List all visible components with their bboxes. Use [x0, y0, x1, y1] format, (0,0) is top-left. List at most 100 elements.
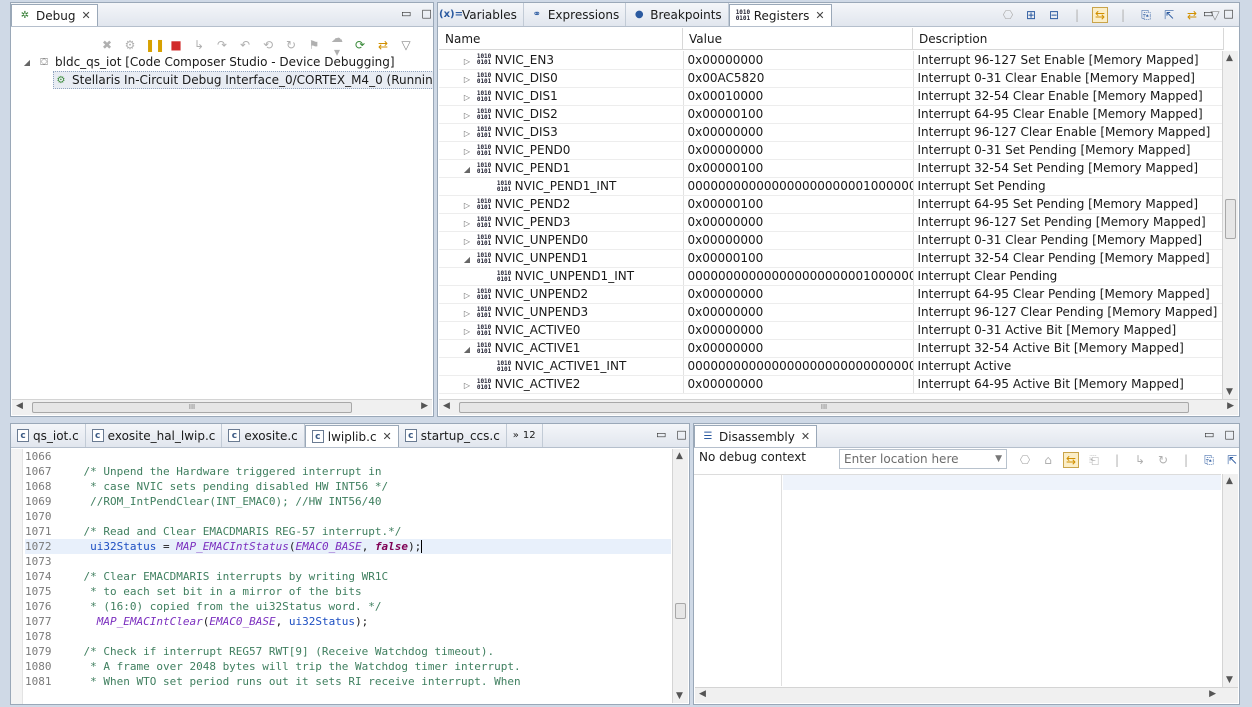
code-line[interactable]: 1080 * A frame over 2048 bytes will trip… — [25, 659, 671, 674]
tab-registers[interactable]: 1010 0101 Registers ✕ — [728, 4, 832, 26]
collapse-icon[interactable]: ◢ — [21, 58, 33, 67]
code-line[interactable]: 1071 /* Read and Clear EMACDMARIS REG-57… — [25, 524, 671, 539]
refresh-icon[interactable]: ⟳ — [352, 38, 368, 52]
editor-tab[interactable]: c startup_ccs.c — [399, 424, 507, 447]
scroll-down-icon[interactable]: ▼ — [1226, 387, 1233, 397]
register-value-cell[interactable]: 0x00000000 — [683, 123, 914, 142]
register-name-cell[interactable]: ▷ 1010 0101 NVIC_ACTIVE0 — [439, 321, 684, 340]
go-to-pc-icon[interactable]: ⎔ — [1017, 453, 1033, 467]
code-line[interactable]: 1081 * When WTO set period runs out it s… — [25, 674, 671, 689]
register-value-cell[interactable]: 0x00000100 — [683, 159, 914, 178]
register-value-cell[interactable]: 0x00010000 — [683, 87, 914, 106]
location-input[interactable]: Enter location here ▼ — [839, 449, 1007, 469]
registers-horizontal-scrollbar[interactable]: ◀ III ▶ — [439, 399, 1238, 415]
register-name-cell[interactable]: ▷ 1010 0101 NVIC_DIS3 — [439, 123, 684, 142]
close-icon-4[interactable]: ✕ — [801, 430, 810, 443]
tab-expressions[interactable]: ⚭ Expressions — [524, 3, 627, 26]
scrollbar-thumb-editor[interactable] — [675, 603, 686, 619]
scroll-up-icon-4[interactable]: ▲ — [1226, 476, 1233, 486]
maximize-icon-2[interactable]: □ — [1223, 7, 1233, 20]
expand-all-icon[interactable]: ⊞ — [1023, 8, 1039, 22]
step-return-icon[interactable]: ↶ — [237, 38, 253, 52]
reset-icon[interactable]: ↻ — [283, 38, 299, 52]
sync-icon[interactable]: ⇄ — [375, 38, 391, 52]
register-row[interactable]: ▷ 1010 0101 NVIC_PEND3 0x00000000 Interrupt… — [439, 213, 1224, 232]
close-icon[interactable]: ✕ — [383, 430, 392, 443]
expand-icon[interactable]: ▷ — [461, 57, 473, 66]
register-row[interactable]: ▷ 1010 0101 NVIC_UNPEND2 0x00000000 Interru… — [439, 285, 1224, 304]
collapse-icon[interactable]: ◢ — [461, 345, 473, 354]
tab-disassembly[interactable]: ☰ Disassembly ✕ — [694, 425, 818, 447]
minimize-icon-4[interactable]: ▭ — [1204, 428, 1214, 441]
register-row[interactable]: ▷ 1010 0101 NVIC_EN3 0x00000000 Interrupt 9… — [439, 51, 1224, 70]
sync-icon-2[interactable]: ⇄ — [1184, 8, 1200, 22]
editor-tab[interactable]: c exosite_hal_lwip.c — [86, 424, 223, 447]
code-line[interactable]: 1078 — [25, 629, 671, 644]
editor-tab[interactable]: c qs_iot.c — [11, 424, 86, 447]
register-name-cell[interactable]: ▷ 1010 0101 NVIC_EN3 — [439, 51, 684, 70]
tree-item-target[interactable]: ⚙ Stellaris In-Circuit Debug Interface_0… — [53, 71, 433, 89]
scrollbar-thumb-v[interactable] — [1225, 199, 1236, 239]
register-value-cell[interactable]: 0x00000000 — [683, 51, 914, 70]
pin-icon-2[interactable]: ⇱ — [1224, 453, 1239, 467]
minimize-icon[interactable]: ▭ — [401, 7, 411, 20]
register-row[interactable]: 1010 0101 NVIC_PEND1_INT 00000000000000000… — [439, 177, 1224, 196]
code-line[interactable]: 1069 //ROM_IntPendClear(INT_EMAC0); //HW… — [25, 494, 671, 509]
register-row[interactable]: ▷ 1010 0101 NVIC_DIS1 0x00010000 Interrupt … — [439, 87, 1224, 106]
collapse-all-icon[interactable]: ⊟ — [1046, 8, 1062, 22]
continuous-refresh-icon[interactable]: ⇆ — [1092, 7, 1108, 23]
register-value-cell[interactable]: 0x00000100 — [683, 195, 914, 214]
register-name-cell[interactable]: ◢ 1010 0101 NVIC_PEND1 — [439, 159, 684, 178]
connect-icon[interactable]: ⚙ — [122, 38, 138, 52]
remove-launches-icon[interactable]: ✖ — [99, 38, 115, 52]
register-value-cell[interactable]: 0x00000000 — [683, 339, 914, 358]
register-row[interactable]: 1010 0101 NVIC_ACTIVE1_INT 000000000000000… — [439, 357, 1224, 376]
code-line[interactable]: 1068 * case NVIC sets pending disabled H… — [25, 479, 671, 494]
minimize-icon-2[interactable]: ▭ — [1203, 7, 1213, 20]
register-name-cell[interactable]: 1010 0101 NVIC_UNPEND1_INT — [439, 267, 684, 286]
code-area[interactable]: 1066 1067 /* Unpend the Hardware triggere… — [25, 449, 671, 704]
editor-tab[interactable]: c lwiplib.c ✕ — [304, 425, 399, 447]
register-value-cell[interactable]: 0x00000000 — [683, 141, 914, 160]
code-line[interactable]: 1070 — [25, 509, 671, 524]
register-row[interactable]: ▷ 1010 0101 NVIC_UNPEND3 0x00000000 Interru… — [439, 303, 1224, 322]
editor-tab-overflow[interactable]: » 12 — [507, 424, 543, 447]
register-value-cell[interactable]: 0x00000100 — [683, 105, 914, 124]
register-name-cell[interactable]: ▷ 1010 0101 NVIC_PEND3 — [439, 213, 684, 232]
disassembly-content[interactable] — [694, 474, 1221, 686]
collapse-icon[interactable]: ◢ — [461, 165, 473, 174]
expand-icon[interactable]: ▷ — [461, 93, 473, 102]
register-row[interactable]: ▷ 1010 0101 NVIC_PEND0 0x00000000 Interrupt… — [439, 141, 1224, 160]
register-name-cell[interactable]: ▷ 1010 0101 NVIC_DIS2 — [439, 105, 684, 124]
scroll-up-icon-3[interactable]: ▲ — [676, 451, 683, 461]
register-value-cell[interactable]: 0x00000000 — [683, 321, 914, 340]
register-row[interactable]: ▷ 1010 0101 NVIC_ACTIVE2 0x00000000 Interru… — [439, 375, 1224, 394]
expand-icon[interactable]: ▷ — [461, 129, 473, 138]
new-view-icon-2[interactable]: ⎘ — [1201, 453, 1217, 468]
tab-breakpoints[interactable]: ● Breakpoints — [626, 3, 729, 26]
asm-step-icon[interactable]: ⟲ — [260, 38, 276, 52]
register-name-cell[interactable]: ◢ 1010 0101 NVIC_ACTIVE1 — [439, 339, 684, 358]
refresh-icon-2[interactable]: ↻ — [1155, 453, 1171, 467]
scroll-left-icon[interactable]: ◀ — [16, 401, 23, 411]
step-into-icon[interactable]: ↳ — [191, 38, 207, 52]
register-name-cell[interactable]: 1010 0101 NVIC_PEND1_INT — [439, 177, 684, 196]
register-name-cell[interactable]: 1010 0101 NVIC_ACTIVE1_INT — [439, 357, 684, 376]
scroll-left-icon-2[interactable]: ◀ — [443, 401, 450, 411]
close-icon[interactable]: ✕ — [815, 9, 824, 22]
show-source-icon[interactable]: ⎗ — [1086, 453, 1102, 468]
registers-vertical-scrollbar[interactable]: ▲ ▼ — [1222, 51, 1238, 399]
expand-icon[interactable]: ▷ — [461, 111, 473, 120]
register-row[interactable]: ◢ 1010 0101 NVIC_UNPEND1 0x00000100 Interru… — [439, 249, 1224, 268]
column-header-description[interactable]: Description — [913, 28, 1224, 50]
disassembly-horizontal-scrollbar[interactable]: ◀ ▶ — [695, 687, 1238, 703]
pin-icon[interactable]: ⇱ — [1161, 8, 1177, 22]
home-icon[interactable]: ⌂ — [1040, 453, 1056, 467]
expand-icon[interactable]: ▷ — [461, 381, 473, 390]
restart-icon[interactable]: ⚑ — [306, 38, 322, 52]
register-row[interactable]: 1010 0101 NVIC_UNPEND1_INT 000000000000000… — [439, 267, 1224, 286]
maximize-icon-3[interactable]: □ — [676, 428, 686, 441]
maximize-icon-4[interactable]: □ — [1224, 428, 1234, 441]
register-row[interactable]: ▷ 1010 0101 NVIC_DIS3 0x00000000 Interrupt … — [439, 123, 1224, 142]
chevron-down-icon[interactable]: ▼ — [995, 450, 1002, 468]
